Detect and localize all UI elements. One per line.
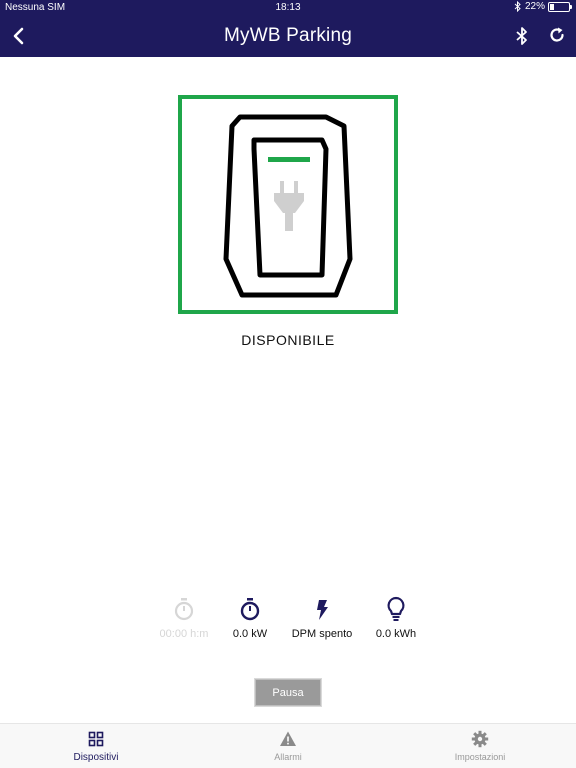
stat-energy-value: 0.0 kWh — [375, 628, 417, 640]
lightning-icon — [317, 600, 328, 620]
device-status-frame[interactable] — [178, 95, 398, 314]
clock-label: 18:13 — [275, 2, 301, 13]
stat-energy: 0.0 kWh — [356, 596, 436, 640]
charging-stats: 00:00 h:m 0.0 kW DPM spento 0.0 kWh — [150, 596, 426, 648]
stopwatch-icon — [174, 598, 194, 621]
device-status-label: DISPONIBILE — [241, 332, 335, 348]
wallbox-charger-icon — [223, 114, 353, 298]
grid-icon — [88, 731, 104, 747]
status-bar: Nessuna SIM 18:13 22% — [0, 0, 576, 16]
stat-dpm-value: DPM spento — [291, 628, 353, 640]
stopwatch-icon — [240, 598, 260, 621]
tab-bar: Dispositivi Allarmi Impostazioni — [0, 723, 576, 768]
navigation-bar: MyWB Parking — [0, 16, 576, 57]
battery-percent: 22% — [524, 1, 545, 12]
battery-icon — [548, 1, 572, 12]
tab-allarmi[interactable]: Allarmi — [228, 730, 348, 762]
page-title: MyWB Parking — [223, 25, 353, 46]
stat-power-value: 0.0 kW — [232, 628, 268, 640]
lightbulb-icon — [387, 596, 405, 621]
tab-impostazioni-label: Impostazioni — [454, 752, 506, 762]
tab-dispositivi[interactable]: Dispositivi — [36, 730, 156, 763]
tab-impostazioni[interactable]: Impostazioni — [420, 730, 540, 762]
tab-dispositivi-label: Dispositivi — [73, 752, 119, 763]
status-indicators: 22% — [514, 1, 572, 12]
bluetooth-status-icon — [514, 1, 521, 12]
bluetooth-icon[interactable] — [514, 26, 530, 46]
gear-icon — [471, 730, 489, 748]
stat-dpm: DPM spento — [282, 596, 362, 640]
tab-allarmi-label: Allarmi — [274, 752, 302, 762]
pause-button[interactable]: Pausa — [255, 679, 321, 706]
refresh-icon[interactable] — [548, 26, 566, 44]
stat-power: 0.0 kW — [210, 596, 290, 640]
warning-icon — [280, 731, 296, 746]
